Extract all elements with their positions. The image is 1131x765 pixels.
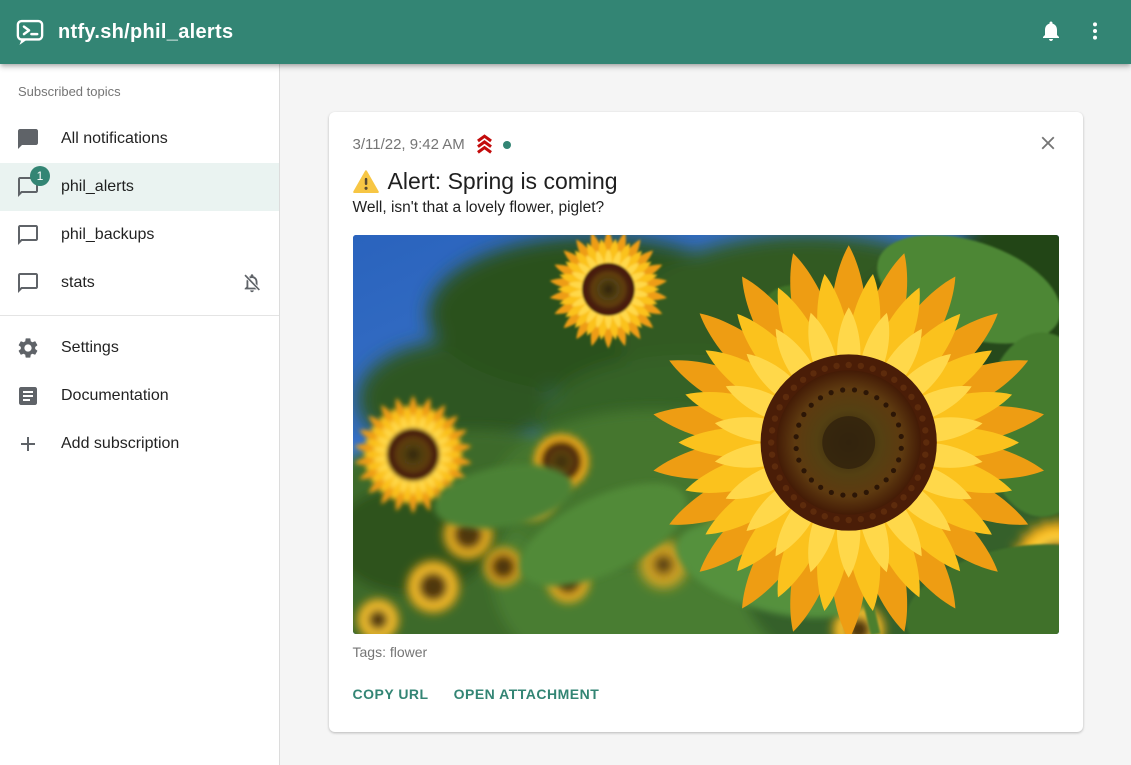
- copy-url-button[interactable]: COPY URL: [353, 680, 429, 708]
- notification-card: 3/11/22, 9:42 AM: [329, 112, 1083, 732]
- sidebar-item-label: stats: [61, 274, 95, 292]
- sidebar-item-label: Add subscription: [61, 435, 179, 453]
- priority-max-icon: [474, 134, 495, 155]
- sidebar-item-label: phil_backups: [61, 226, 154, 244]
- close-icon: [1037, 142, 1059, 157]
- sidebar-item-documentation[interactable]: Documentation: [0, 372, 279, 420]
- warning-icon: [353, 170, 379, 194]
- notification-body: Well, isn't that a lovely flower, piglet…: [353, 199, 1059, 217]
- sidebar-item-phil-backups[interactable]: phil_backups: [0, 211, 279, 259]
- ntfy-logo-icon: [16, 18, 44, 46]
- sidebar-item-add-subscription[interactable]: Add subscription: [0, 420, 279, 468]
- article-icon: [16, 384, 40, 408]
- gear-icon: [16, 336, 40, 360]
- sidebar-item-label: phil_alerts: [61, 178, 134, 196]
- sidebar-divider: [0, 315, 279, 316]
- sidebar-item-label: All notifications: [61, 130, 168, 148]
- app-bar: ntfy.sh/phil_alerts: [0, 0, 1131, 64]
- chat-outline-icon: [16, 223, 40, 247]
- tags-label: Tags: flower: [353, 644, 1059, 660]
- bell-icon: [1039, 19, 1063, 46]
- plus-icon: [16, 432, 40, 456]
- sidebar-item-label: Documentation: [61, 387, 169, 405]
- close-notification-button[interactable]: [1033, 128, 1063, 161]
- chat-filled-icon: [16, 127, 40, 151]
- main-content: 3/11/22, 9:42 AM: [280, 64, 1131, 765]
- more-vert-icon: [1083, 19, 1107, 46]
- overflow-menu-button[interactable]: [1073, 10, 1117, 54]
- sidebar-item-stats[interactable]: stats: [0, 259, 279, 307]
- unread-dot: [503, 141, 511, 149]
- sidebar: Subscribed topics All notifications 1 ph…: [0, 64, 280, 765]
- attachment-image[interactable]: [353, 235, 1059, 634]
- app-title: ntfy.sh/phil_alerts: [58, 21, 233, 44]
- timestamp: 3/11/22, 9:42 AM: [353, 136, 465, 153]
- sidebar-item-label: Settings: [61, 339, 119, 357]
- open-attachment-button[interactable]: OPEN ATTACHMENT: [454, 680, 600, 708]
- chat-outline-icon: [16, 271, 40, 295]
- subscribed-topics-label: Subscribed topics: [0, 74, 279, 115]
- sidebar-item-settings[interactable]: Settings: [0, 324, 279, 372]
- sidebar-item-all-notifications[interactable]: All notifications: [0, 115, 279, 163]
- bell-off-icon: [241, 272, 263, 294]
- notifications-bell-button[interactable]: [1029, 10, 1073, 54]
- unread-count-badge: 1: [30, 166, 50, 186]
- sidebar-item-phil-alerts[interactable]: 1 phil_alerts: [0, 163, 279, 211]
- notification-title: Alert: Spring is coming: [388, 168, 618, 195]
